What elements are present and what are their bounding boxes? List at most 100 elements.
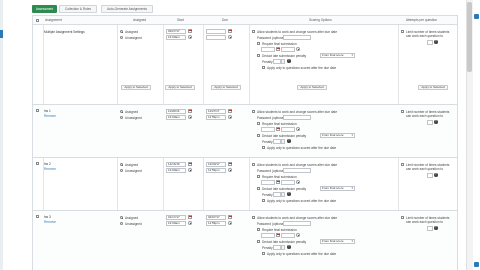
tab-auto-generate[interactable]: Auto-Generate Assignments: [101, 5, 153, 13]
limit-attempts-checkbox[interactable]: [401, 30, 404, 33]
unassigned-radio[interactable]: [120, 169, 123, 172]
penalty-stepper[interactable]: [281, 245, 285, 250]
remove-link[interactable]: Remove: [44, 220, 56, 224]
assigned-radio[interactable]: [120, 30, 123, 33]
penalty-input[interactable]: [273, 245, 281, 250]
penalty-input[interactable]: [273, 192, 281, 197]
clock-icon[interactable]: [188, 221, 192, 225]
clock-icon[interactable]: [188, 115, 192, 119]
side-action-button[interactable]: [474, 14, 479, 19]
tab-collection-roles[interactable]: Collection & Roles: [59, 5, 97, 13]
start-date-input[interactable]: 03/27/17: [166, 29, 186, 34]
due-date-input[interactable]: [206, 29, 226, 34]
clock-icon[interactable]: [188, 35, 192, 39]
help-icon[interactable]: ?: [434, 226, 438, 230]
final-date-input[interactable]: [261, 180, 275, 185]
allow-late-checkbox[interactable]: [252, 30, 255, 33]
select-all-checkbox[interactable]: [36, 19, 39, 22]
deduct-select[interactable]: From final score: [320, 53, 355, 58]
penalty-stepper[interactable]: [281, 139, 285, 144]
row-checkbox[interactable]: [36, 215, 39, 218]
allow-late-checkbox[interactable]: [252, 216, 255, 219]
require-final-checkbox[interactable]: [257, 122, 260, 125]
assigned-radio[interactable]: [120, 216, 123, 219]
clock-icon[interactable]: [228, 35, 232, 39]
limit-attempts-input[interactable]: [427, 120, 433, 125]
start-time-input[interactable]: 12:00am: [166, 221, 186, 226]
assigned-radio[interactable]: [120, 163, 123, 166]
help-icon[interactable]: ?: [434, 120, 438, 124]
limit-attempts-checkbox[interactable]: [401, 163, 404, 166]
require-final-checkbox[interactable]: [257, 228, 260, 231]
clock-icon[interactable]: [228, 168, 232, 172]
scrollbar-thumb[interactable]: [467, 2, 472, 72]
unassigned-radio[interactable]: [120, 36, 123, 39]
limit-attempts-checkbox[interactable]: [401, 216, 404, 219]
clock-icon[interactable]: [296, 47, 300, 51]
apply-only-checkbox[interactable]: [262, 146, 265, 149]
help-icon[interactable]: ?: [287, 192, 291, 196]
clock-icon[interactable]: [296, 127, 300, 131]
calendar-icon[interactable]: [188, 215, 192, 219]
help-icon[interactable]: ?: [287, 139, 291, 143]
calendar-icon[interactable]: [228, 162, 232, 166]
deduct-penalty-checkbox[interactable]: [257, 134, 260, 137]
penalty-input[interactable]: [273, 59, 281, 64]
deduct-select[interactable]: From final score: [320, 186, 355, 191]
final-time-input[interactable]: [281, 47, 295, 52]
limit-attempts-checkbox[interactable]: [401, 110, 404, 113]
apply-only-checkbox[interactable]: [262, 199, 265, 202]
final-date-input[interactable]: [261, 47, 275, 52]
calendar-icon[interactable]: [276, 180, 280, 184]
due-time-input[interactable]: 11:59pm: [206, 168, 226, 173]
final-date-input[interactable]: [261, 233, 275, 238]
due-time-input[interactable]: 11:59pm: [206, 115, 226, 120]
assigned-radio[interactable]: [120, 110, 123, 113]
row-checkbox[interactable]: [36, 162, 39, 165]
calendar-icon[interactable]: [228, 215, 232, 219]
start-date-input[interactable]: 11/20/16: [166, 109, 186, 114]
tab-assessment[interactable]: Assessment: [32, 5, 57, 13]
password-input[interactable]: [283, 221, 311, 226]
password-input[interactable]: [283, 35, 311, 40]
apply-attempts-button[interactable]: Apply to Selected: [418, 85, 448, 90]
calendar-icon[interactable]: [276, 233, 280, 237]
start-date-input[interactable]: 12/16/16: [166, 162, 186, 167]
deduct-select[interactable]: From final score: [320, 133, 355, 138]
due-time-input[interactable]: [206, 35, 226, 40]
deduct-penalty-checkbox[interactable]: [257, 187, 260, 190]
apply-assigned-button[interactable]: Apply to Selected: [121, 85, 151, 90]
help-icon[interactable]: ?: [287, 245, 291, 249]
calendar-icon[interactable]: [188, 109, 192, 113]
clock-icon[interactable]: [188, 168, 192, 172]
clock-icon[interactable]: [296, 180, 300, 184]
help-icon[interactable]: ?: [434, 173, 438, 177]
final-date-input[interactable]: [261, 127, 275, 132]
deduct-penalty-checkbox[interactable]: [257, 54, 260, 57]
penalty-stepper[interactable]: [281, 59, 285, 64]
apply-scoring-button[interactable]: Apply to Selected: [297, 85, 327, 90]
final-time-input[interactable]: [281, 180, 295, 185]
calendar-icon[interactable]: [276, 47, 280, 51]
help-icon[interactable]: ?: [287, 59, 291, 63]
require-final-checkbox[interactable]: [257, 175, 260, 178]
require-final-checkbox[interactable]: [257, 42, 260, 45]
limit-attempts-input[interactable]: [427, 40, 433, 45]
side-action-button[interactable]: [474, 262, 479, 267]
final-time-input[interactable]: [281, 127, 295, 132]
apply-due-button[interactable]: Apply to Selected: [211, 85, 241, 90]
unassigned-radio[interactable]: [120, 222, 123, 225]
clock-icon[interactable]: [228, 115, 232, 119]
start-time-input[interactable]: 12:00am: [166, 168, 186, 173]
start-time-input[interactable]: 12:00am: [166, 35, 186, 40]
clock-icon[interactable]: [296, 233, 300, 237]
apply-start-button[interactable]: Apply to Selected: [165, 85, 195, 90]
due-time-input[interactable]: 11:59pm: [206, 221, 226, 226]
limit-attempts-input[interactable]: [427, 173, 433, 178]
calendar-icon[interactable]: [228, 29, 232, 33]
row-checkbox[interactable]: [36, 109, 39, 112]
due-date-input[interactable]: 11/27/17: [206, 109, 226, 114]
start-date-input[interactable]: 01/17/17: [166, 215, 186, 220]
limit-attempts-input[interactable]: [427, 226, 433, 231]
calendar-icon[interactable]: [188, 29, 192, 33]
